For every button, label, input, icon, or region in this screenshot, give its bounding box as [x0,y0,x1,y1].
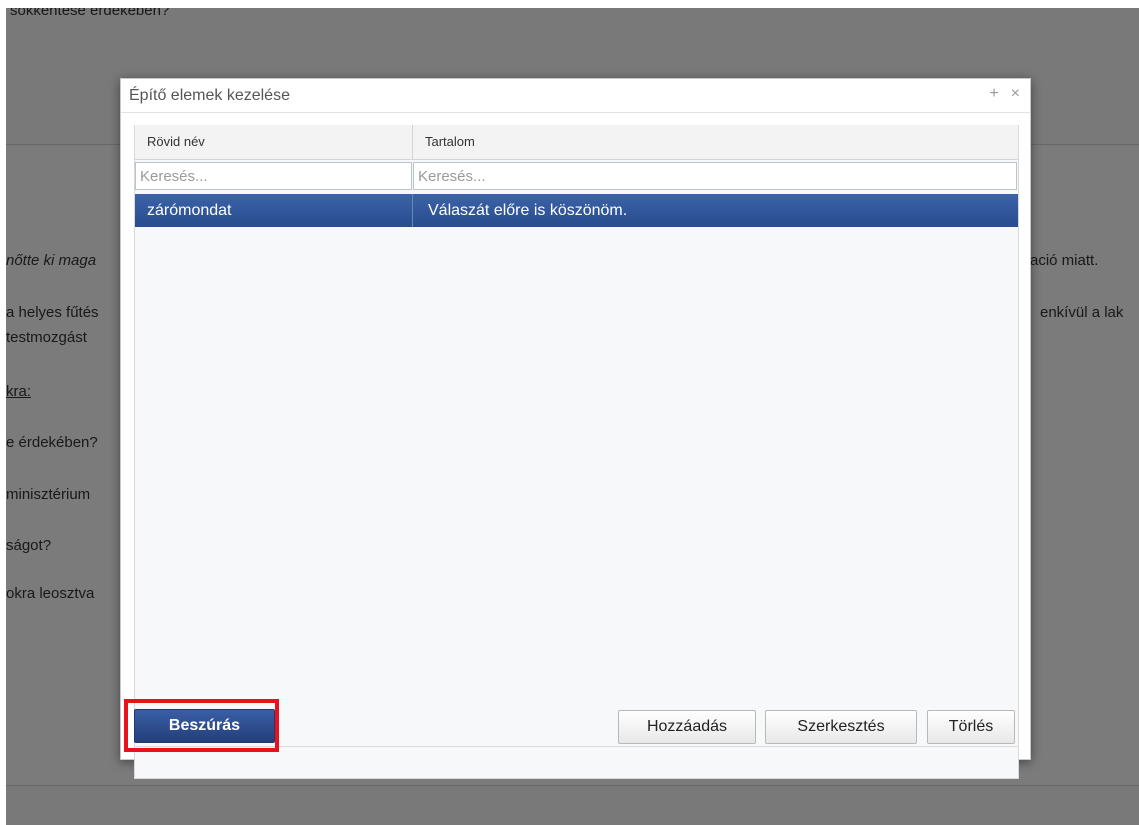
dialog-title-divider [121,112,1030,113]
building-blocks-table: Rövid név Tartalom zárómondat Válaszát e… [134,125,1019,779]
add-button[interactable]: Hozzáadás [618,710,756,744]
close-icon[interactable]: × [1011,85,1020,103]
dialog-title: Építő elemek kezelése [129,87,290,104]
table-footer-divider [135,746,1018,747]
page-frame-top [0,0,1139,8]
page: sokkentése érdekében? nőtte ki maga ació… [0,0,1139,825]
short-name-cell: zárómondat [135,194,413,227]
column-header-short-name[interactable]: Rövid név [135,125,413,159]
insert-button[interactable]: Beszúrás [134,709,275,743]
dialog-controls: + × [989,85,1020,103]
building-blocks-dialog: Építő elemek kezelése + × Rövid név Tart… [120,78,1031,779]
content-search-input[interactable] [413,162,1017,190]
table-row[interactable]: zárómondat Válaszát előre is köszönöm. [135,194,1018,227]
delete-button[interactable]: Törlés [927,710,1015,744]
short-name-search-input[interactable] [135,162,412,190]
filter-row [135,160,1018,193]
column-header-content[interactable]: Tartalom [413,125,1018,159]
edit-button[interactable]: Szerkesztés [765,710,917,744]
content-cell: Válaszát előre is köszönöm. [428,202,628,219]
maximize-icon[interactable]: + [989,85,998,103]
page-frame-left [0,0,6,825]
table-header: Rövid név Tartalom [135,125,1018,160]
